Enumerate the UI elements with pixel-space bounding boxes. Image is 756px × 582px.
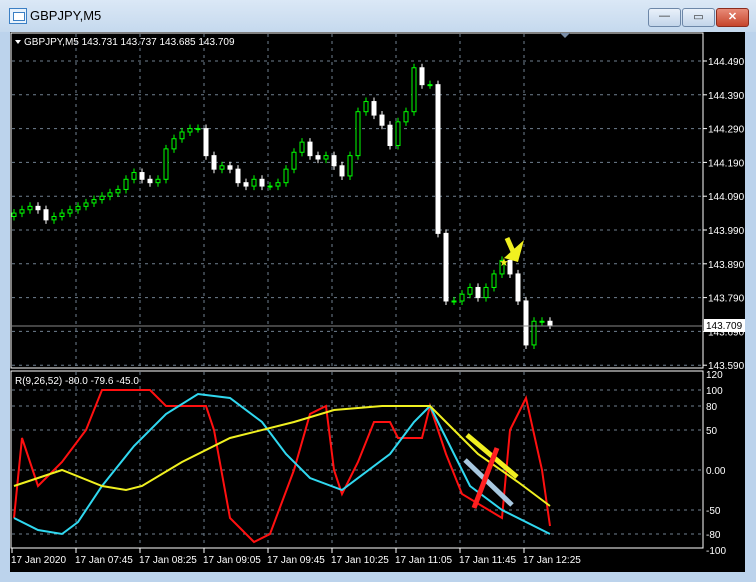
indicator-tick-label: 120 [706,370,723,381]
svg-text:★: ★ [499,257,509,269]
time-tick-label: 17 Jan 09:05 [203,555,261,566]
candle [523,296,529,349]
candle [435,80,441,238]
candle [203,124,209,160]
time-tick-label: 17 Jan 11:05 [395,555,453,566]
time-tick-label: 17 Jan 10:25 [331,555,389,566]
indicator-tick-label: 100 [706,386,723,397]
time-tick-label: 17 Jan 08:25 [139,555,197,566]
price-tick-label: 144.090 [708,192,745,203]
price-tick-label: 144.490 [708,57,745,68]
candle [411,63,417,116]
candle [347,151,353,180]
indicator-tick-label: 0.00 [706,466,726,477]
candle [443,229,449,306]
candle [291,148,297,174]
candle [395,117,401,150]
candle [387,121,393,150]
time-tick-label: 17 Jan 09:45 [267,555,325,566]
candle [419,63,425,89]
time-tick-label: 17 Jan 12:25 [523,555,581,566]
indicator-tick-label: 80 [706,402,718,413]
candle [515,269,521,306]
candle [355,107,361,160]
time-tick-label: 17 Jan 11:45 [459,555,517,566]
chart-canvas[interactable]: 17 Jan 2020 17 Jan 07:45 17 Jan 08:25 17 Ja… [0,0,756,582]
time-tick-label: 17 Jan 2020 [11,555,66,566]
current-price-label: 143.709 [706,321,743,332]
price-tick-label: 143.890 [708,260,745,271]
indicator-tick-label: -80 [706,530,721,541]
indicator-tick-label: 50 [706,426,718,437]
chart-background [10,32,745,572]
price-tick-label: 143.990 [708,226,745,237]
candle [163,144,169,184]
candle [531,317,537,349]
price-tick-label: 144.290 [708,125,745,136]
indicator-header: R(9,26,52) -80.0 -79.6 -45.0 [15,376,139,387]
price-tick-label: 144.390 [708,91,745,102]
time-tick-label: 17 Jan 07:45 [75,555,133,566]
price-tick-label: 144.190 [708,158,745,169]
indicator-tick-label: -50 [706,506,721,517]
indicator-tick-label: -100 [706,546,726,557]
price-tick-label: 143.790 [708,294,745,305]
chart-symbol-header: GBPJPY,M5 143.731 143.737 143.685 143.70… [24,37,235,48]
